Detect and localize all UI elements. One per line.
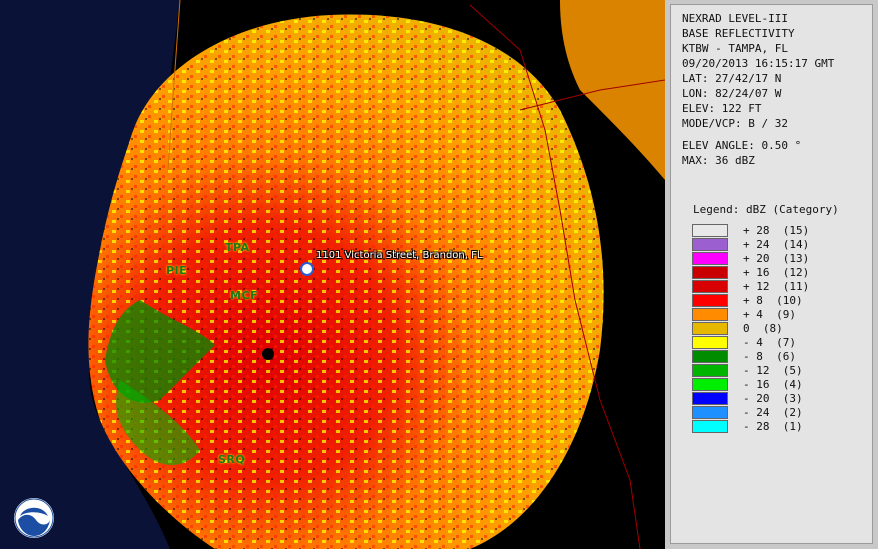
reflectivity-speckle [88, 14, 604, 549]
legend-item: 0 (8) [692, 322, 862, 336]
legend-swatch [692, 406, 728, 419]
legend-label: - 20 (3) [743, 392, 803, 405]
city-label-tpa: TPA [225, 241, 250, 254]
legend-item: + 28 (15) [692, 224, 862, 238]
legend-item: - 16 (4) [692, 378, 862, 392]
legend-label: - 28 (1) [743, 420, 803, 433]
legend-label: + 24 (14) [743, 238, 810, 251]
info-station: KTBW - TAMPA, FL [682, 42, 788, 55]
legend-swatch [692, 294, 728, 307]
legend-label: + 8 (10) [743, 294, 803, 307]
legend-item: + 16 (12) [692, 266, 862, 280]
info-elev-angle: ELEV ANGLE: 0.50 ° [682, 139, 802, 152]
legend-label: - 24 (2) [743, 406, 803, 419]
legend-item: + 24 (14) [692, 238, 862, 252]
legend-swatch [692, 308, 728, 321]
legend: + 28 (15) + 24 (14) + 20 (13) + 16 (12) + 12… [692, 224, 862, 434]
radar-map[interactable]: TPA PIE MCF SRQ 1101 Victoria Street, Br… [0, 0, 665, 549]
legend-swatch [692, 252, 728, 265]
info-timestamp: 09/20/2013 16:15:17 GMT [682, 57, 835, 70]
legend-swatch [692, 238, 728, 251]
legend-item: + 20 (13) [692, 252, 862, 266]
legend-label: + 28 (15) [743, 224, 810, 237]
info-elevation: ELEV: 122 FT [682, 102, 762, 115]
legend-item: + 4 (9) [692, 308, 862, 322]
info-longitude: LON: 82/24/07 W [682, 87, 782, 100]
legend-swatch [692, 224, 728, 237]
legend-item: - 24 (2) [692, 406, 862, 420]
city-label-pie: PIE [166, 264, 188, 277]
legend-item: + 8 (10) [692, 294, 862, 308]
legend-title: Legend: dBZ (Category) [693, 203, 839, 216]
legend-label: - 8 (6) [743, 350, 796, 363]
info-product-type: BASE REFLECTIVITY [682, 27, 795, 40]
info-max: MAX: 36 dBZ [682, 154, 755, 167]
legend-item: - 4 (7) [692, 336, 862, 350]
radar-map-canvas [0, 0, 665, 549]
legend-item: - 20 (3) [692, 392, 862, 406]
legend-swatch [692, 336, 728, 349]
legend-swatch [692, 364, 728, 377]
info-latitude: LAT: 27/42/17 N [682, 72, 782, 85]
address-marker-icon[interactable] [300, 262, 314, 276]
legend-label: - 16 (4) [743, 378, 803, 391]
legend-swatch [692, 420, 728, 433]
radar-site-icon [262, 348, 274, 360]
legend-swatch [692, 266, 728, 279]
legend-label: - 4 (7) [743, 336, 796, 349]
legend-label: - 12 (5) [743, 364, 803, 377]
legend-label: + 20 (13) [743, 252, 810, 265]
legend-item: - 12 (5) [692, 364, 862, 378]
legend-label: 0 (8) [743, 322, 783, 335]
radar-info: NEXRAD LEVEL-III BASE REFLECTIVITY KTBW - … [682, 11, 834, 168]
legend-swatch [692, 322, 728, 335]
legend-swatch [692, 378, 728, 391]
legend-item: + 12 (11) [692, 280, 862, 294]
legend-label: + 16 (12) [743, 266, 810, 279]
legend-item: - 8 (6) [692, 350, 862, 364]
legend-swatch [692, 350, 728, 363]
city-label-srq: SRQ [218, 453, 246, 466]
address-label: 1101 Victoria Street, Brandon, FL [316, 250, 483, 261]
legend-label: + 12 (11) [743, 280, 810, 293]
legend-item: - 28 (1) [692, 420, 862, 434]
legend-swatch [692, 280, 728, 293]
info-product: NEXRAD LEVEL-III [682, 12, 788, 25]
info-panel: NEXRAD LEVEL-III BASE REFLECTIVITY KTBW - … [670, 4, 873, 544]
noaa-logo [14, 498, 54, 538]
info-mode-vcp: MODE/VCP: B / 32 [682, 117, 788, 130]
legend-swatch [692, 392, 728, 405]
city-label-mcf: MCF [230, 289, 259, 302]
legend-label: + 4 (9) [743, 308, 796, 321]
